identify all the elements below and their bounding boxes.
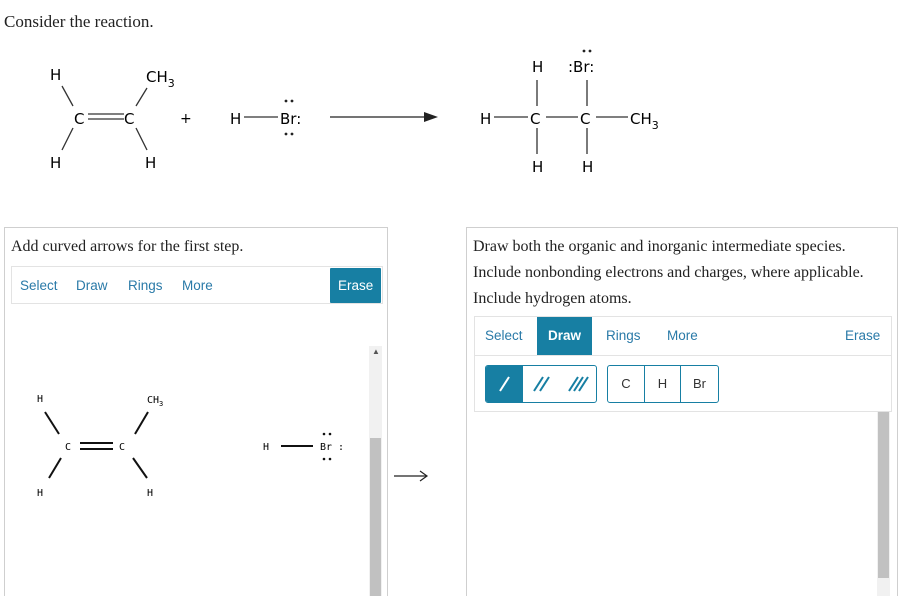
atom-h: H [50,66,61,84]
editor-toolbar: Select Draw Rings More Erase C H Br [474,316,892,412]
atom-tool-group: C H Br [607,365,719,403]
lone-pair-dot [322,432,326,436]
atom-h: H [37,488,43,499]
atom-h: H [230,110,241,128]
lone-pair-dot [582,49,586,53]
editor-toolbar: Select Draw Rings More Erase [11,266,383,304]
rings-tool[interactable]: Rings [128,267,163,305]
atom-h: H [532,158,543,176]
select-tool[interactable]: Select [485,317,523,355]
bond-line [132,457,148,479]
vertical-scrollbar[interactable] [877,412,890,596]
erase-button[interactable]: Erase [330,268,382,303]
atom-c: C [119,442,125,453]
reaction-arrow [330,112,438,122]
product-bromopropane: H :Br: H C C CH3 H H [480,49,659,176]
atom-c: C [124,110,134,128]
methyl-label: CH3 [630,110,659,132]
question-text: Consider the reaction. [4,12,154,31]
reactant-propene: H CH3 C C H H [50,66,175,172]
more-tool[interactable]: More [182,267,213,305]
bond-line [61,85,74,107]
panel-prompt: Add curved arrows for the first step. [11,238,244,255]
draw-tool[interactable]: Draw [76,267,108,305]
atom-br: Br : [320,442,344,453]
reaction-diagram: H CH3 C C H H + H Br: H:Br: H C C CH3 H… [50,49,659,176]
vertical-scrollbar[interactable]: ▲ [369,346,382,596]
atom-c: C [580,110,590,128]
rings-tool[interactable]: Rings [606,317,641,355]
atom-br: :Br: [568,58,594,76]
reactant-hbr: H Br: [230,99,301,136]
reaction-scheme: H CH3 C C H H + H Br: H:Br: H C C CH3 H… [0,40,904,190]
lone-pair-dot [322,457,326,461]
atom-c: C [74,110,84,128]
lone-pair-dot [284,132,288,136]
erase-button[interactable]: Erase [845,328,880,343]
scroll-up-icon[interactable]: ▲ [372,348,380,356]
bond-tool-group [485,365,597,403]
select-tool[interactable]: Select [20,267,58,305]
bond-line [48,457,62,479]
atom-h: H [147,488,153,499]
draw-tool[interactable]: Draw [537,317,593,355]
atom-c: C [65,442,71,453]
triple-bond-icon[interactable] [560,366,596,402]
more-tool[interactable]: More [667,317,698,355]
lone-pair-dot [290,132,294,136]
atom-h: H [582,158,593,176]
panel-prompt: Draw both the organic and inorganic inte… [473,238,864,307]
bond-line [135,87,148,107]
bond-line [44,411,60,435]
scrollbar-thumb[interactable] [370,438,381,596]
plus-sign: + [180,111,192,127]
lone-pair-dot [290,99,294,103]
atom-c-button[interactable]: C [608,366,644,402]
lone-pair-dot [284,99,288,103]
lone-pair-dot [328,432,332,436]
lone-pair-dot [588,49,592,53]
double-bond-icon[interactable] [523,366,560,402]
atom-h-button[interactable]: H [644,366,680,402]
atom-c: C [530,110,540,128]
lone-pair-dot [328,457,332,461]
drawing-canvas[interactable] [474,412,876,596]
atom-br: Br: [280,110,301,128]
single-bond-icon[interactable] [486,366,523,402]
bond-line [61,127,74,151]
bond-line [134,411,149,435]
atom-h: H [50,154,61,172]
step-arrow-icon [392,466,432,487]
atom-h: H [145,154,156,172]
intermediate-panel: Draw both the organic and inorganic inte… [466,227,898,596]
atom-h: H [480,110,491,128]
curved-arrow-panel: Add curved arrows for the first step. Se… [4,227,388,596]
atom-h: H [532,58,543,76]
methyl-label: CH3 [147,395,163,408]
atom-h: H [263,442,269,453]
bond-line [135,127,148,151]
drawing-canvas[interactable]: H CH3 C C H H H Br : [5,328,367,596]
scrollbar-thumb[interactable] [878,412,889,578]
methyl-label: CH3 [146,68,175,90]
atom-br-button[interactable]: Br [680,366,718,402]
toolbar-divider [475,355,891,356]
atom-h: H [37,394,43,405]
